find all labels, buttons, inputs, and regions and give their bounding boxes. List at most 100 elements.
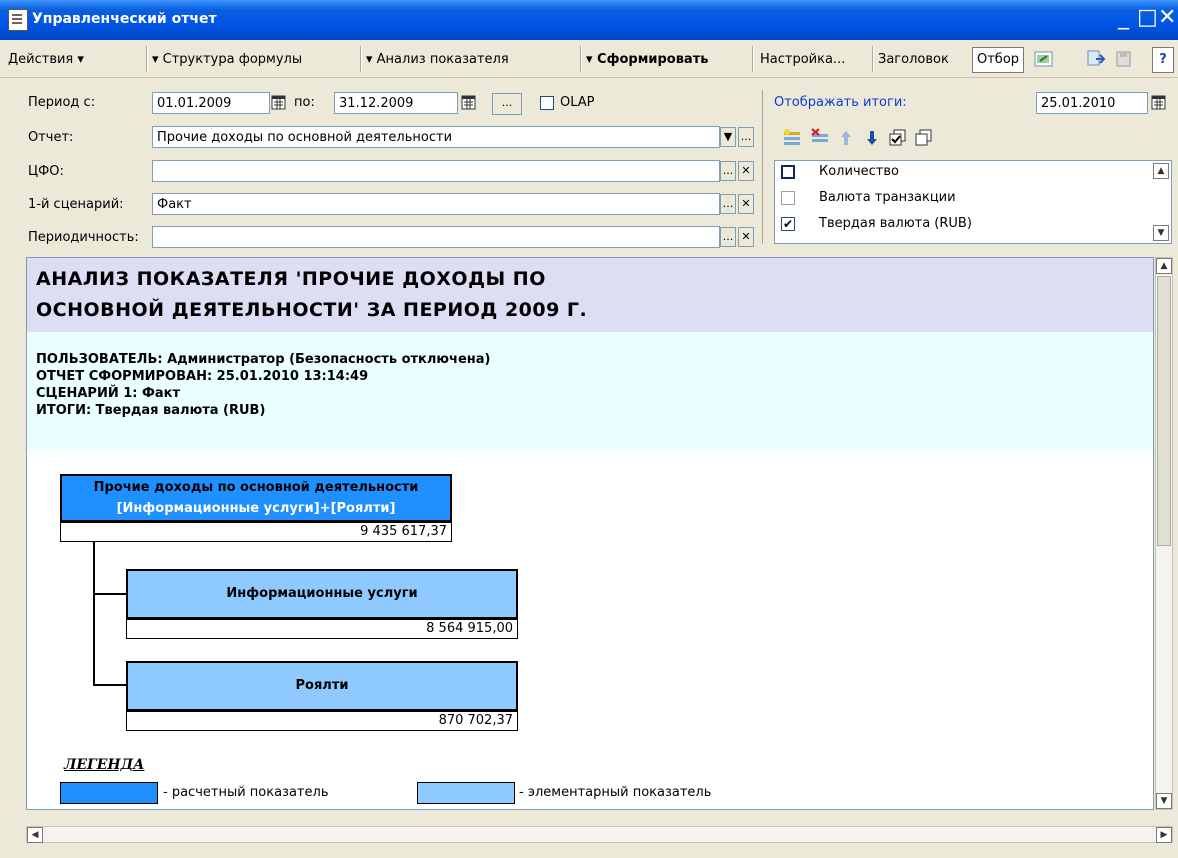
panel-divider: [762, 90, 763, 244]
child-node-information-services[interactable]: Информационные услуги: [126, 569, 518, 619]
scenario-field[interactable]: Факт: [152, 193, 720, 215]
tree-connector: [93, 684, 127, 686]
cfo-label: ЦФО:: [28, 164, 64, 179]
check-all-icon[interactable]: [888, 128, 908, 148]
scroll-left-arrow[interactable]: ◀: [27, 827, 43, 843]
tree-connector: [93, 593, 127, 595]
report-info: ПОЛЬЗОВАТЕЛЬ: Администратор (Безопасност…: [27, 332, 1153, 450]
list-item[interactable]: Количество: [775, 161, 1155, 183]
periodicity-label: Периодичность:: [28, 230, 139, 245]
minimize-button[interactable]: _: [1118, 6, 1129, 30]
period-select-button[interactable]: ...: [492, 93, 522, 115]
toolbar-separator: [580, 46, 581, 72]
settings-button[interactable]: Настройка...: [760, 52, 845, 67]
list-item-label: Количество: [819, 164, 899, 179]
report-totals: ИТОГИ: Твердая валюта (RUB): [36, 403, 266, 418]
export-icon[interactable]: [1034, 49, 1054, 69]
report-title-line2: ОСНОВНОЙ ДЕЯТЕЛЬНОСТИ' ЗА ПЕРИОД 2009 Г.: [36, 299, 588, 321]
scroll-down-arrow[interactable]: ▼: [1156, 793, 1172, 809]
legend-elem-label: - элементарный показатель: [519, 785, 712, 800]
cfo-select-button[interactable]: ...: [720, 161, 736, 181]
scroll-up-arrow[interactable]: ▲: [1153, 163, 1169, 179]
child-node-value: 8 564 915,00: [126, 619, 518, 639]
totals-label: Отображать итоги:: [774, 95, 907, 110]
transaction-currency-checkbox[interactable]: [781, 191, 795, 205]
legend-calc-label: - расчетный показатель: [163, 785, 329, 800]
periodicity-field[interactable]: [152, 226, 720, 248]
child-node-royalty[interactable]: Роялти: [126, 661, 518, 711]
list-item-label: Валюта транзакции: [819, 190, 956, 205]
scroll-down-arrow[interactable]: ▼: [1153, 225, 1169, 241]
scenario-label: 1-й сценарий:: [28, 197, 124, 212]
olap-checkbox[interactable]: [540, 96, 554, 110]
report-window: Управленческий отчет _ □ ✕ Действия ▾ ▾ …: [0, 0, 1178, 858]
quantity-checkbox[interactable]: [781, 165, 795, 179]
toolbar-separator: [360, 46, 361, 72]
arrow-up-icon[interactable]: [836, 128, 856, 148]
hard-currency-checkbox[interactable]: ✔: [781, 217, 795, 231]
window-title: Управленческий отчет: [32, 11, 217, 27]
legend-elem-swatch: [417, 782, 515, 804]
report-label: Отчет:: [28, 130, 74, 145]
root-node-name: Прочие доходы по основной деятельности: [93, 480, 419, 495]
root-node-value: 9 435 617,37: [60, 522, 452, 542]
indicator-analysis-menu[interactable]: ▾ Анализ показателя: [366, 52, 509, 67]
report-scenario: СЦЕНАРИЙ 1: Факт: [36, 386, 181, 401]
report-title: АНАЛИЗ ПОКАЗАТЕЛЯ 'ПРОЧИЕ ДОХОДЫ ПО ОСНО…: [36, 264, 587, 326]
clear-icon[interactable]: ✕: [738, 194, 754, 214]
period-to-field[interactable]: 31.12.2009: [334, 92, 458, 114]
list-item[interactable]: Валюта транзакции: [775, 187, 1155, 209]
child-node-name: Роялти: [295, 678, 349, 693]
scenario-select-button[interactable]: ...: [720, 194, 736, 214]
title-bar[interactable]: Управленческий отчет _ □ ✕: [0, 0, 1178, 40]
uncheck-all-icon[interactable]: [914, 128, 934, 148]
maximize-button[interactable]: □: [1137, 6, 1158, 30]
scroll-up-arrow[interactable]: ▲: [1156, 258, 1172, 274]
period-to-label: по:: [294, 95, 315, 110]
calendar-icon[interactable]: [460, 93, 478, 113]
calendar-icon[interactable]: [270, 93, 288, 113]
scroll-right-arrow[interactable]: ▶: [1156, 827, 1172, 843]
report-user: ПОЛЬЗОВАТЕЛЬ: Администратор (Безопасност…: [36, 352, 491, 367]
list-item-label: Твердая валюта (RUB): [819, 216, 972, 231]
totals-date-field[interactable]: 25.01.2010: [1036, 92, 1148, 114]
report-title-line1: АНАЛИЗ ПОКАЗАТЕЛЯ 'ПРОЧИЕ ДОХОДЫ ПО: [36, 268, 546, 290]
legend-title: ЛЕГЕНДА: [64, 757, 145, 773]
delete-row-icon[interactable]: [810, 128, 830, 148]
toolbar-separator: [872, 46, 873, 72]
child-node-name: Информационные услуги: [226, 586, 418, 601]
generate-button[interactable]: ▾ Сформировать: [586, 52, 708, 67]
olap-label: OLAP: [560, 95, 595, 110]
report-header: АНАЛИЗ ПОКАЗАТЕЛЯ 'ПРОЧИЕ ДОХОДЫ ПО ОСНО…: [27, 258, 1153, 332]
add-row-icon[interactable]: [782, 128, 802, 148]
cfo-field[interactable]: [152, 160, 720, 182]
chevron-down-icon[interactable]: ▼: [720, 127, 736, 147]
help-button[interactable]: ?: [1152, 47, 1174, 73]
list-item[interactable]: ✔ Твердая валюта (RUB): [775, 213, 1155, 235]
root-node-formula: [Информационные услуги]+[Роялти]: [116, 501, 396, 516]
calendar-icon[interactable]: [1150, 93, 1168, 113]
report-icon: [8, 9, 28, 31]
tree-connector: [93, 542, 95, 685]
save-icon[interactable]: [1114, 49, 1134, 69]
vertical-scrollbar[interactable]: ▲ ▼: [1155, 257, 1173, 810]
periodicity-select-button[interactable]: ...: [720, 227, 736, 247]
clear-icon[interactable]: ✕: [738, 227, 754, 247]
report-select-button[interactable]: ...: [738, 127, 754, 147]
close-button[interactable]: ✕: [1158, 6, 1176, 30]
formula-structure-menu[interactable]: ▾ Структура формулы: [152, 52, 302, 67]
import-icon[interactable]: [1086, 49, 1106, 69]
scroll-thumb[interactable]: [1157, 276, 1171, 546]
root-node[interactable]: Прочие доходы по основной деятельности […: [60, 474, 452, 522]
header-button[interactable]: Заголовок: [878, 52, 949, 67]
legend-calc-swatch: [60, 782, 158, 804]
actions-menu[interactable]: Действия ▾: [8, 52, 84, 67]
filter-button[interactable]: Отбор: [972, 47, 1025, 73]
arrow-down-icon[interactable]: [862, 128, 882, 148]
toolbar-separator: [146, 46, 147, 72]
horizontal-scrollbar[interactable]: ◀ ▶: [26, 826, 1173, 843]
clear-icon[interactable]: ✕: [738, 161, 754, 181]
report-field[interactable]: Прочие доходы по основной деятельности: [152, 126, 720, 148]
period-from-field[interactable]: 01.01.2009: [152, 92, 270, 114]
report-generated: ОТЧЕТ СФОРМИРОВАН: 25.01.2010 13:14:49: [36, 369, 369, 384]
